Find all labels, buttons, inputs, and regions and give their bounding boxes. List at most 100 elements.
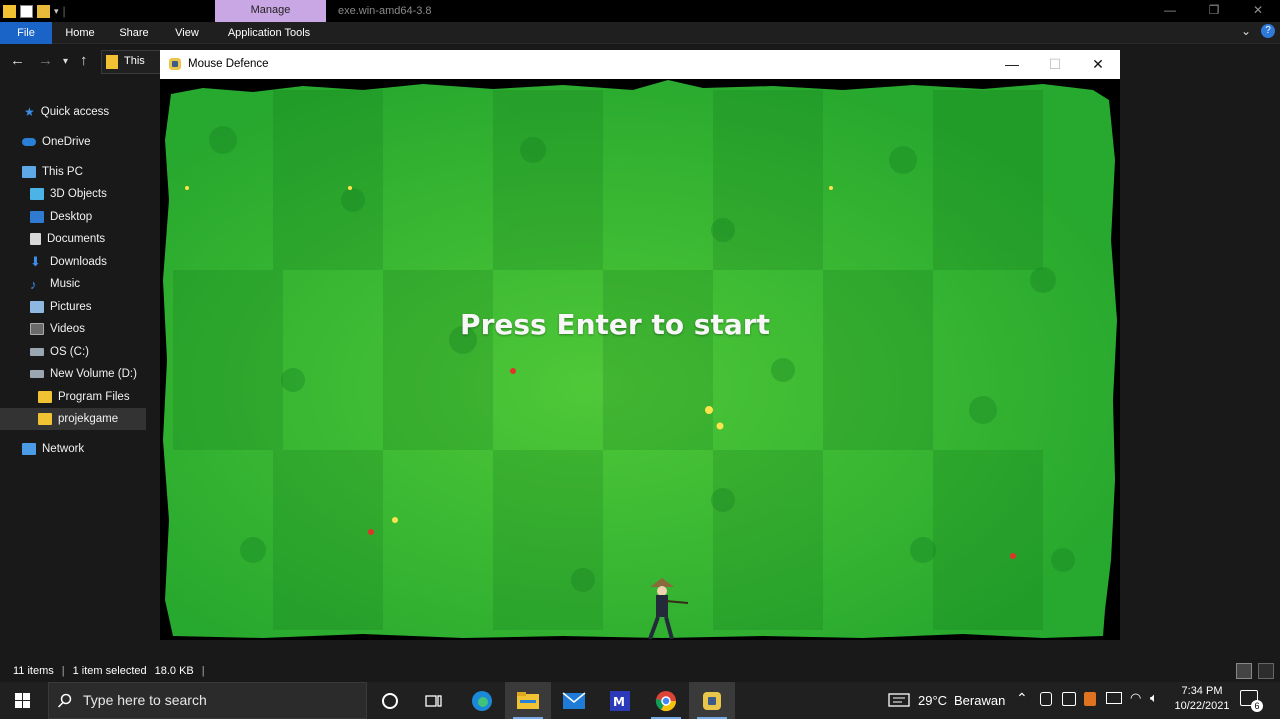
cortana-icon[interactable] [367,682,413,719]
sidebar-item-label: Program Files [58,391,130,403]
sidebar-item-label: Videos [50,323,85,335]
sidebar-item-label: New Volume (D:) [50,368,137,380]
explorer-titlebar [0,0,1280,22]
sidebar-item-label: Downloads [50,256,107,268]
folder-icon [106,55,118,69]
sidebar-item-program-files[interactable]: Program Files [0,386,146,408]
ribbon-expand-icon[interactable]: ⌄ [1241,24,1251,38]
game-maximize-button[interactable]: ☐ [1033,50,1077,79]
weather-icon[interactable] [888,692,910,708]
computer-icon [22,166,36,178]
sidebar-item-label: This PC [42,166,83,178]
status-divider: | [201,665,205,677]
tab-share[interactable]: Share [110,22,158,44]
drive-icon [30,370,44,378]
forward-arrow-icon[interactable]: → [38,52,53,69]
up-arrow-icon[interactable]: ↑ [80,52,88,69]
security-icon[interactable] [1062,692,1076,706]
clock-date: 10/22/2021 [1174,700,1230,712]
sidebar-item-music[interactable]: ♪ Music [0,273,146,295]
chevron-up-icon[interactable]: ⌃ [1016,690,1028,707]
player-character [648,578,689,640]
sidebar-item-documents[interactable]: Documents [0,228,146,250]
app-icon[interactable]: M [597,682,643,719]
taskbar-clock[interactable]: 7:34 PM 10/22/2021 [1170,682,1234,719]
navigation-pane: ★ Quick access OneDrive This PC 3D Objec… [0,82,150,660]
game-minimize-button[interactable]: — [990,50,1034,79]
recent-locations-icon[interactable]: ▾ [63,56,68,67]
document-icon [30,233,41,245]
grass-field[interactable] [163,80,1117,640]
explorer-restore-button[interactable]: ❐ [1192,0,1236,22]
star-icon: ★ [24,105,35,119]
sidebar-item-quick-access[interactable]: ★ Quick access [0,101,146,123]
music-note-icon: ♪ [30,276,37,292]
new-folder-icon[interactable] [37,4,50,18]
sidebar-item-os-c[interactable]: OS (C:) [0,341,146,363]
sidebar-item-downloads[interactable]: ⬇ Downloads [0,251,146,273]
mail-icon[interactable] [551,682,597,719]
battery-icon[interactable] [1106,692,1122,704]
download-arrow-icon: ⬇ [30,254,41,269]
manage-contextual-tab[interactable]: Manage [215,0,326,22]
back-arrow-icon[interactable]: ← [10,52,25,69]
tab-application-tools[interactable]: Application Tools [218,22,320,44]
tab-file[interactable]: File [0,22,52,44]
task-view-icon[interactable] [411,682,457,719]
windows-start-icon[interactable] [0,682,46,719]
status-info: 11 items | 1 item selected 18.0 KB | [13,660,205,682]
sidebar-item-desktop[interactable]: Desktop [0,206,146,228]
details-view-icon[interactable] [1236,663,1252,679]
sidebar-item-label: Pictures [50,301,92,313]
file-explorer-icon[interactable] [505,682,551,719]
cloud-icon [22,138,36,146]
chrome-icon[interactable] [643,682,689,719]
sidebar-item-projekgame[interactable]: projekgame [0,408,146,430]
sidebar-item-new-volume-d[interactable]: New Volume (D:) [0,363,146,385]
sidebar-item-3d-objects[interactable]: 3D Objects [0,183,146,205]
sidebar-item-this-pc[interactable]: This PC [0,161,146,183]
tab-view[interactable]: View [163,22,211,44]
tab-home[interactable]: Home [56,22,104,44]
sidebar-item-videos[interactable]: Videos [0,318,146,340]
game-close-button[interactable]: ✕ [1076,50,1120,79]
help-icon[interactable]: ? [1261,24,1275,38]
volume-icon[interactable]: 🔈︎ [1150,690,1158,706]
desktop-icon [30,211,44,223]
explorer-window-title: exe.win-amd64-3.8 [338,5,432,17]
address-field[interactable]: This [101,50,161,74]
sidebar-item-label: 3D Objects [50,188,107,200]
properties-icon[interactable] [20,4,33,18]
weather-temperature[interactable]: 29°C [918,682,947,719]
folder-icon [3,4,16,18]
sidebar-item-network[interactable]: Network [0,438,146,460]
sidebar-item-label: Network [42,443,85,455]
sidebar-item-pictures[interactable]: Pictures [0,296,146,318]
drive-icon [30,348,44,356]
pygame-snake-icon [169,58,181,70]
sidebar-item-onedrive[interactable]: OneDrive [0,131,146,153]
game-titlebar [160,50,1120,79]
quick-access-toolbar: ▾ | [0,0,66,22]
customize-toolbar-icon[interactable]: ▾ [54,6,59,17]
address-text: This [124,55,145,67]
weather-description[interactable]: Berawan [954,682,1005,719]
edge-browser-icon[interactable] [459,682,505,719]
item-count: 11 items [13,665,54,677]
toolbar-divider: | [62,4,66,18]
explorer-minimize-button[interactable]: — [1148,0,1192,22]
sidebar-item-label: OS (C:) [50,346,89,358]
python-game-icon[interactable] [689,682,735,719]
meet-now-icon[interactable] [1040,692,1052,706]
sidebar-item-label: Documents [47,233,106,245]
antivirus-icon[interactable] [1084,692,1096,706]
wifi-icon[interactable]: ◠ [1130,690,1141,706]
explorer-close-button[interactable]: ✕ [1236,0,1280,22]
svg-text:M: M [613,695,625,709]
film-icon [30,323,44,335]
sidebar-item-label: OneDrive [42,136,91,148]
search-icon [57,693,72,708]
selection-info: 1 item selected [72,665,147,677]
sidebar-item-label: Quick access [40,106,110,118]
large-icons-view-icon[interactable] [1258,663,1274,679]
